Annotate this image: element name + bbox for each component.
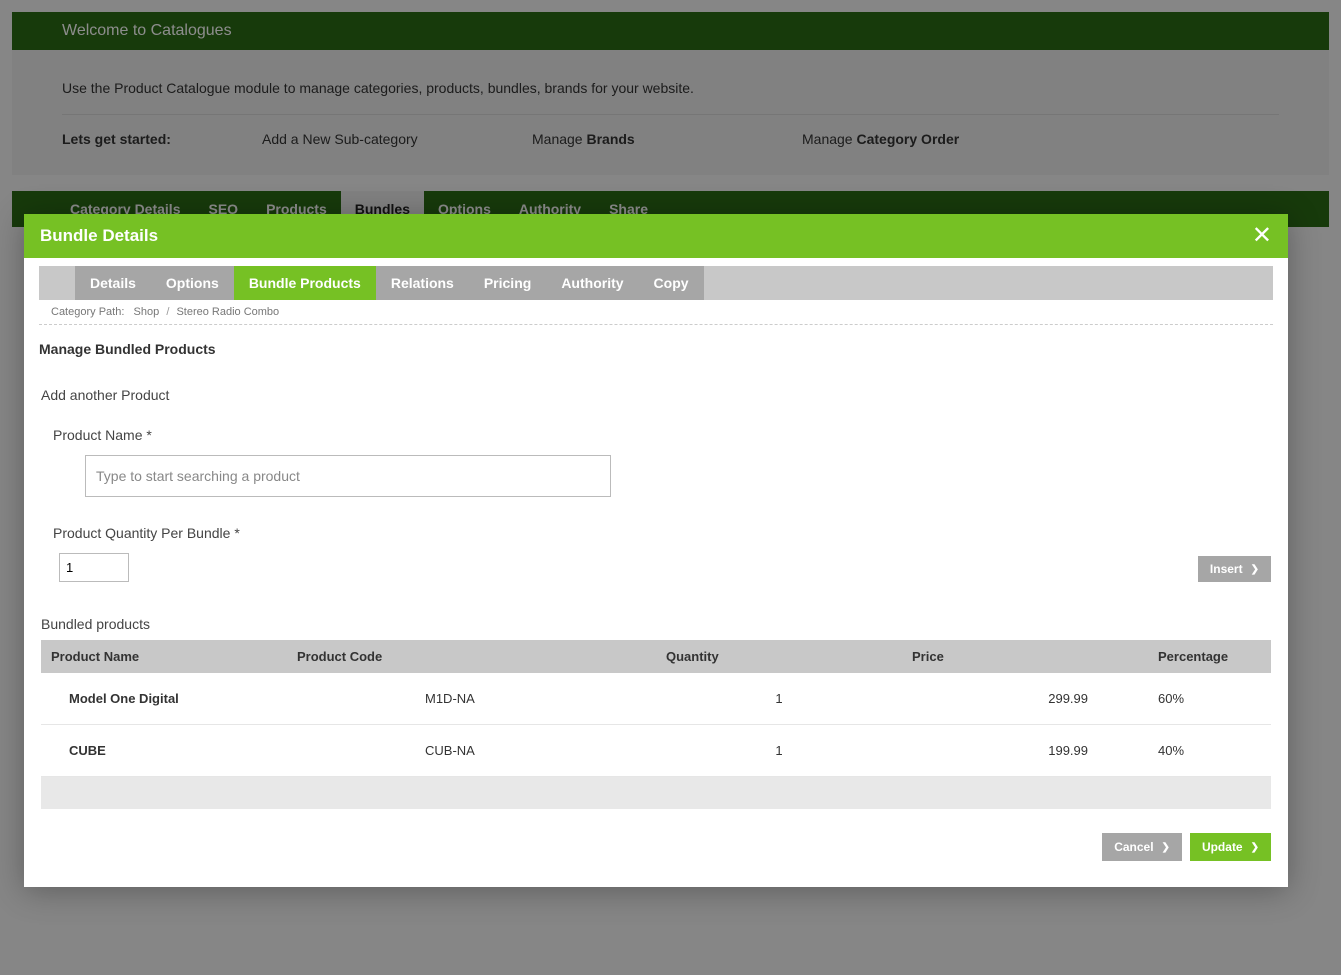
update-button[interactable]: Update ❯ xyxy=(1190,833,1271,861)
modal-header: Bundle Details ✕ xyxy=(24,214,1288,258)
bundled-products-label: Bundled products xyxy=(41,616,1271,632)
table-footer-bar xyxy=(41,777,1271,809)
cell-product-name: CUBE xyxy=(41,725,287,777)
cell-percentage: 60% xyxy=(1148,673,1271,725)
cell-price: 299.99 xyxy=(902,673,1148,725)
modal-footer: Cancel ❯ Update ❯ xyxy=(41,809,1271,867)
cell-quantity: 1 xyxy=(656,725,902,777)
cell-product-name: Model One Digital xyxy=(41,673,287,725)
bundle-details-modal: Bundle Details ✕ Details Options Bundle … xyxy=(24,214,1288,887)
chevron-right-icon: ❯ xyxy=(1251,564,1259,575)
section-title: Manage Bundled Products xyxy=(39,341,1273,357)
sub-tab-authority[interactable]: Authority xyxy=(546,266,638,300)
cell-percentage: 40% xyxy=(1148,725,1271,777)
product-search-input[interactable] xyxy=(85,455,611,497)
insert-button[interactable]: Insert ❯ xyxy=(1198,556,1271,582)
table-row: Model One Digital M1D-NA 1 299.99 60% xyxy=(41,673,1271,725)
breadcrumb-current: Stereo Radio Combo xyxy=(176,306,279,318)
breadcrumb-label: Category Path: xyxy=(51,306,124,318)
col-quantity: Quantity xyxy=(656,640,902,673)
col-product-code: Product Code xyxy=(287,640,656,673)
cell-price: 199.99 xyxy=(902,725,1148,777)
quantity-label: Product Quantity Per Bundle * xyxy=(53,525,240,541)
cancel-button[interactable]: Cancel ❯ xyxy=(1102,833,1182,861)
quantity-input[interactable] xyxy=(59,553,129,582)
col-product-name: Product Name xyxy=(41,640,287,673)
sub-tab-bundle-products[interactable]: Bundle Products xyxy=(234,266,376,300)
close-icon[interactable]: ✕ xyxy=(1252,224,1272,248)
modal-title: Bundle Details xyxy=(40,226,158,246)
insert-button-label: Insert xyxy=(1210,562,1243,576)
sub-tab-options[interactable]: Options xyxy=(151,266,234,300)
chevron-right-icon: ❯ xyxy=(1251,842,1259,853)
cell-product-code: M1D-NA xyxy=(287,673,656,725)
table-row: CUBE CUB-NA 1 199.99 40% xyxy=(41,725,1271,777)
chevron-right-icon: ❯ xyxy=(1162,842,1170,853)
breadcrumb-shop[interactable]: Shop xyxy=(134,306,160,318)
cell-quantity: 1 xyxy=(656,673,902,725)
product-name-label: Product Name * xyxy=(53,427,1271,443)
breadcrumb: Category Path: Shop / Stereo Radio Combo xyxy=(39,300,1273,325)
sub-tab-pricing[interactable]: Pricing xyxy=(469,266,546,300)
sub-tab-details[interactable]: Details xyxy=(75,266,151,300)
cell-product-code: CUB-NA xyxy=(287,725,656,777)
sub-tab-copy[interactable]: Copy xyxy=(639,266,704,300)
sub-tab-relations[interactable]: Relations xyxy=(376,266,469,300)
breadcrumb-separator: / xyxy=(162,306,173,318)
add-another-product-label: Add another Product xyxy=(41,387,1271,403)
modal-sub-tabs: Details Options Bundle Products Relation… xyxy=(39,266,1273,300)
col-percentage: Percentage xyxy=(1148,640,1271,673)
update-button-label: Update xyxy=(1202,840,1243,854)
bundled-products-table: Product Name Product Code Quantity Price… xyxy=(41,640,1271,777)
cancel-button-label: Cancel xyxy=(1114,840,1153,854)
col-price: Price xyxy=(902,640,1148,673)
